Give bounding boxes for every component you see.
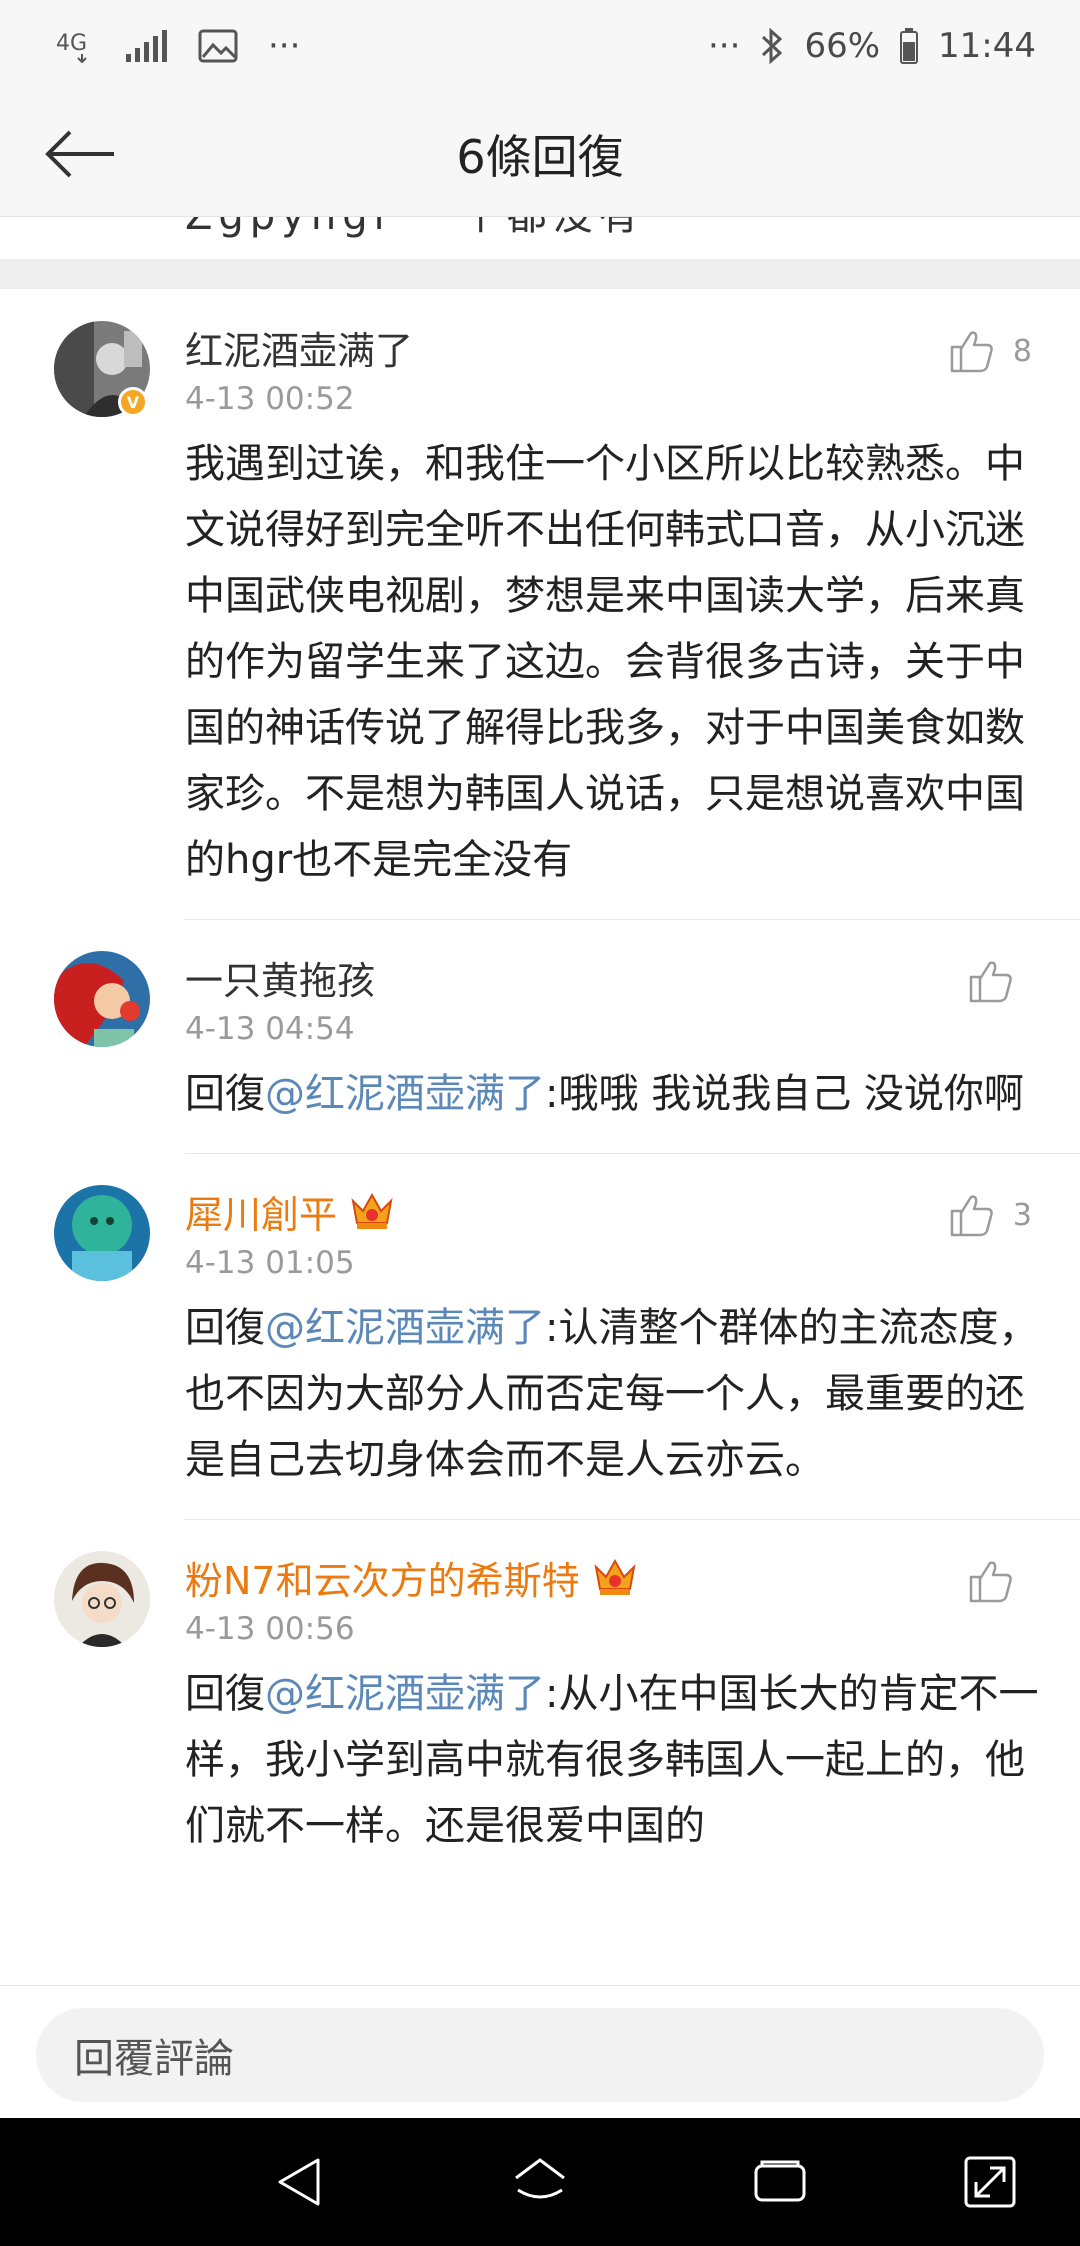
like-button[interactable] <box>968 959 1032 1003</box>
comment-text: 我遇到过诶，和我住一个小区所以比较熟悉。中文说得好到完全听不出任何韩式口音，从小… <box>185 441 1025 883</box>
mention-link[interactable]: @红泥酒壶满了 <box>265 1071 545 1117</box>
page-title: 6條回復 <box>456 130 624 184</box>
system-nav-bar <box>0 2118 1080 2246</box>
thumbs-up-icon <box>969 1561 1012 1603</box>
mention-link[interactable]: @红泥酒壶满了 <box>265 1671 545 1717</box>
reply-input[interactable]: 回覆評論 <box>36 2008 1044 2102</box>
comment-item[interactable]: 粉N7和云次方的希斯特 4-13 00:56 回復@红泥酒壶满了:从小在中国长大… <box>0 1519 1080 1885</box>
commenter-name[interactable]: 粉N7和云次方的希斯特 <box>185 1550 580 1605</box>
clock: 11:44 <box>938 26 1036 66</box>
back-arrow-icon <box>45 130 114 178</box>
like-button[interactable] <box>968 1559 1032 1603</box>
commenter-name[interactable]: 一只黄拖孩 <box>185 950 375 1005</box>
more-dots: ··· <box>708 26 741 66</box>
network-4g-icon: 4G <box>54 26 94 66</box>
verified-badge-icon: V <box>118 387 148 417</box>
more-notifications: ··· <box>268 26 301 66</box>
reply-list: V 红泥酒壶满了 8 4-13 00:52 我遇到过诶，和我住一个小区所以比较熟… <box>0 289 1080 1885</box>
recent-apps-icon[interactable] <box>750 2152 810 2212</box>
signal-icon <box>124 28 168 64</box>
reply-prefix: 回復 <box>185 1305 265 1351</box>
commenter-name[interactable]: 红泥酒壶满了 <box>185 320 413 375</box>
vip-crown-icon <box>349 1191 395 1231</box>
battery-percent: 66% <box>804 26 881 66</box>
svg-text:4G: 4G <box>56 31 87 56</box>
gallery-icon <box>198 29 238 63</box>
reply-prefix: 回復 <box>185 1671 265 1717</box>
status-bar: 4G ··· ··· 66% 11:44 <box>0 0 1080 92</box>
comment-time: 4-13 00:56 <box>185 1611 355 1647</box>
like-button[interactable]: 8 <box>949 329 1032 373</box>
comment-time: 4-13 01:05 <box>185 1245 355 1281</box>
thumbs-up-icon <box>950 331 993 373</box>
avatar[interactable] <box>54 951 150 1047</box>
comment-time: 4-13 00:52 <box>185 381 355 417</box>
vip-crown-icon <box>592 1557 638 1597</box>
back-triangle-icon[interactable] <box>270 2152 330 2212</box>
expand-icon[interactable] <box>960 2152 1020 2212</box>
thumbs-up-icon <box>969 961 1012 1003</box>
bluetooth-icon <box>760 27 784 65</box>
comment-item[interactable]: 犀川創平 3 4-13 01:05 回復@红泥酒壶满了:认清整个群体的主流态度，… <box>0 1153 1080 1519</box>
mention-link[interactable]: @红泥酒壶满了 <box>265 1305 545 1351</box>
reply-input-bar: 回覆評論 <box>0 1985 1080 2118</box>
avatar[interactable] <box>54 1185 150 1281</box>
comment-text: 回復@红泥酒壶满了:哦哦 我说我自己 没说你啊 <box>185 1071 1024 1117</box>
thumbs-up-icon <box>950 1195 993 1237</box>
like-count: 3 <box>1012 1197 1032 1233</box>
avatar[interactable] <box>54 1551 150 1647</box>
header-bar: 6條回復 <box>0 92 1080 217</box>
comment-item[interactable]: 一只黄拖孩 4-13 04:54 回復@红泥酒壶满了:哦哦 我说我自己 没说你啊 <box>0 919 1080 1153</box>
like-button[interactable]: 3 <box>949 1193 1032 1237</box>
battery-icon <box>900 28 919 64</box>
reply-prefix: 回復 <box>185 1071 265 1117</box>
comment-text: 回復@红泥酒壶满了:认清整个群体的主流态度，也不因为大部分人而否定每一个人，最重… <box>185 1305 1039 1483</box>
comment-item[interactable]: V 红泥酒壶满了 8 4-13 00:52 我遇到过诶，和我住一个小区所以比较熟… <box>0 289 1080 919</box>
like-count: 8 <box>1012 333 1032 369</box>
back-button[interactable] <box>40 114 120 194</box>
section-divider <box>0 259 1080 289</box>
comment-time: 4-13 04:54 <box>185 1011 355 1047</box>
previous-comment-fragment: Zgpyhgr 一个都没有 <box>0 217 1080 259</box>
comment-text: 回復@红泥酒壶满了:从小在中国长大的肯定不一样，我小学到高中就有很多韩国人一起上… <box>185 1671 1039 1849</box>
home-icon[interactable] <box>510 2152 570 2212</box>
commenter-name[interactable]: 犀川創平 <box>185 1184 337 1239</box>
